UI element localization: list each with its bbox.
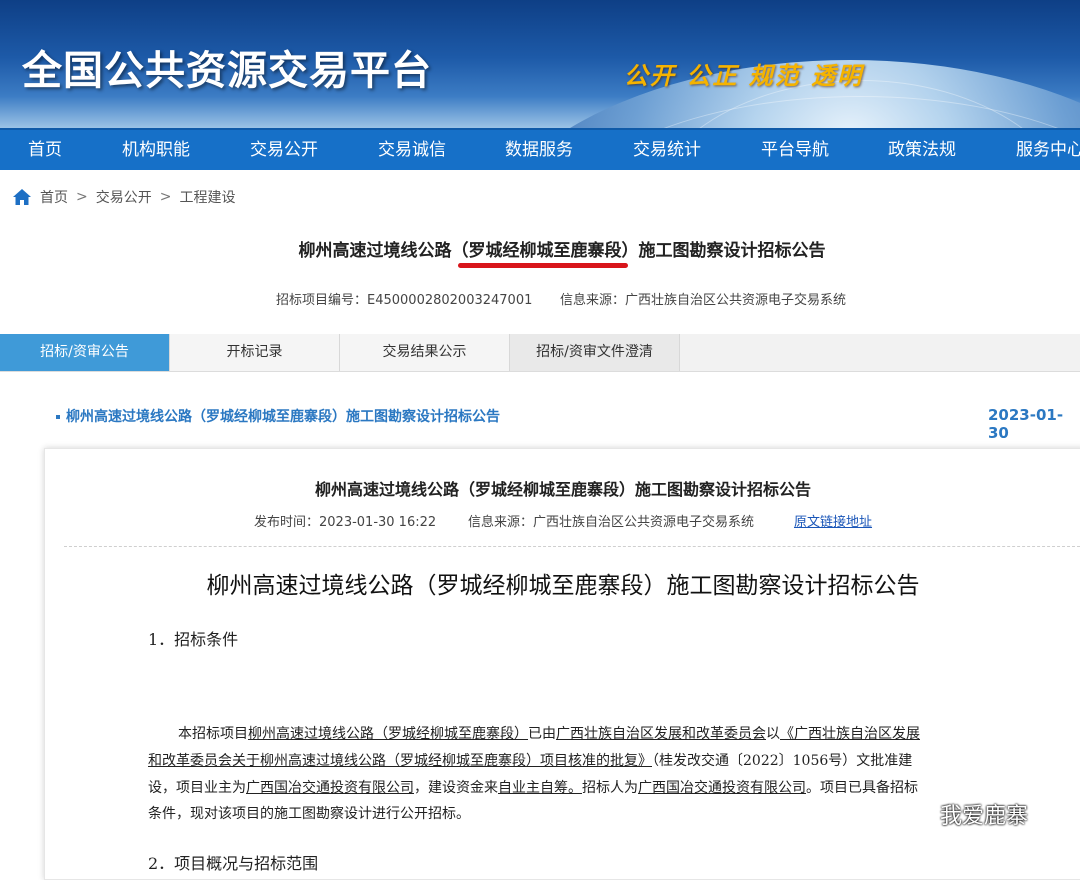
breadcrumb-separator: > (76, 189, 88, 205)
text-run: 设，项目业主为 (148, 780, 246, 796)
tab-clarification[interactable]: 招标/资审文件澄清 (510, 334, 680, 371)
site-banner: 全国公共资源交易平台 公开 公正 规范 透明 (0, 0, 1080, 128)
main-nav: 首页 机构职能 交易公开 交易诚信 数据服务 交易统计 平台导航 政策法规 服务… (0, 128, 1080, 170)
nav-item-trade-stats[interactable]: 交易统计 (633, 130, 701, 170)
paragraph-line: 设，项目业主为广西国冶交通投资有限公司，建设资金来自业主自筹。招标人为广西国冶交… (148, 780, 978, 796)
bullet-icon (56, 415, 60, 419)
tab-result[interactable]: 交易结果公示 (340, 334, 510, 371)
watermark: 我爱鹿寨 (896, 798, 1028, 830)
text-run-underlined: 柳州高速过境线公路（罗城经柳城至鹿寨段） (248, 726, 528, 742)
tab-bid-notice[interactable]: 招标/资审公告 (0, 334, 170, 371)
wechat-icon (897, 800, 932, 827)
info-source: 信息来源：广西壮族自治区公共资源电子交易系统 (560, 293, 847, 308)
publish-time: 发布时间：2023-01-30 16:22 (254, 515, 437, 530)
watermark-text: 我爱鹿寨 (940, 804, 1029, 829)
text-run-underlined: 广西国冶交通投资有限公司 (638, 780, 806, 796)
breadcrumb-engineering[interactable]: 工程建设 (179, 187, 235, 207)
detail-source: 信息来源：广西壮族自治区公共资源电子交易系统 (468, 515, 755, 530)
nav-item-institution[interactable]: 机构职能 (122, 130, 190, 170)
paragraph-line: 和改革委员会关于柳州高速过境线公路（罗城经柳城至鹿寨段）项目核准的批复》（桂发改… (148, 753, 978, 769)
breadcrumb-trade-public[interactable]: 交易公开 (96, 187, 152, 207)
page-title: 柳州高速过境线公路（罗城经柳城至鹿寨段）施工图勘察设计招标公告 (298, 241, 826, 261)
breadcrumb: 首页 > 交易公开 > 工程建设 (12, 186, 235, 208)
text-run-underlined: 自业主自筹。 (498, 780, 582, 796)
tab-bid-opening[interactable]: 开标记录 (170, 334, 340, 371)
text-run: （桂发改交通〔2022〕1056号） (652, 753, 857, 769)
notice-link-text: 柳州高速过境线公路（罗城经柳城至鹿寨段）施工图勘察设计招标公告 (66, 409, 500, 425)
paragraph-line: 条件，现对该项目的施工图勘察设计进行公开招标。 (148, 806, 470, 822)
notice-link[interactable]: 柳州高速过境线公路（罗城经柳城至鹿寨段）施工图勘察设计招标公告 (56, 406, 500, 426)
tab-bar: 招标/资审公告 开标记录 交易结果公示 招标/资审文件澄清 (0, 334, 1080, 372)
source-link[interactable]: 原文链接地址 (794, 511, 872, 530)
text-run: 本招标项目 (178, 726, 248, 742)
site-title: 全国公共资源交易平台 (22, 48, 432, 94)
text-run-underlined: 广西国冶交通投资有限公司 (246, 780, 414, 796)
text-run-underlined: 《广西壮族自治区发展 (780, 726, 920, 742)
text-run-underlined: 和改革委员会关于柳州高速过境线公路（罗城经柳城至鹿寨段）项目核准的批复》 (148, 753, 652, 769)
home-icon[interactable] (12, 188, 32, 206)
nav-item-trade-public[interactable]: 交易公开 (250, 130, 318, 170)
text-run: ，建设资金来 (414, 780, 498, 796)
divider (64, 546, 1080, 547)
notice-date: 2023-01-30 (988, 406, 1064, 442)
paragraph-line: 本招标项目柳州高速过境线公路（罗城经柳城至鹿寨段）已由广西壮族自治区发展和改革委… (178, 726, 1008, 742)
text-run: 文批准建 (856, 753, 913, 769)
section-heading: 1．招标条件 (148, 630, 239, 649)
nav-item-home[interactable]: 首页 (28, 130, 62, 170)
project-number: 招标项目编号：E4500002802003247001 (276, 293, 533, 308)
text-run-underlined: 广西壮族自治区发展和改革委员会 (556, 726, 766, 742)
document-title: 柳州高速过境线公路（罗城经柳城至鹿寨段）施工图勘察设计招标公告 (206, 573, 920, 599)
text-run: 。项目已具备招标 (806, 780, 918, 796)
nav-item-service-center[interactable]: 服务中心 (1016, 130, 1080, 170)
nav-item-policy[interactable]: 政策法规 (888, 130, 956, 170)
site-slogan: 公开 公正 规范 透明 (624, 62, 864, 90)
nav-item-data-service[interactable]: 数据服务 (505, 130, 573, 170)
highlight-underline (458, 263, 628, 268)
text-run: 以 (766, 726, 780, 742)
breadcrumb-separator: > (159, 189, 172, 205)
text-run: 已由 (528, 726, 556, 742)
breadcrumb-home[interactable]: 首页 (40, 187, 68, 207)
section-heading: 2．项目概况与招标范围 (148, 854, 319, 873)
nav-item-trade-credit[interactable]: 交易诚信 (378, 130, 446, 170)
text-run: 招标人为 (582, 780, 638, 796)
nav-item-platform-nav[interactable]: 平台导航 (761, 130, 829, 170)
detail-title: 柳州高速过境线公路（罗城经柳城至鹿寨段）施工图勘察设计招标公告 (314, 480, 811, 499)
